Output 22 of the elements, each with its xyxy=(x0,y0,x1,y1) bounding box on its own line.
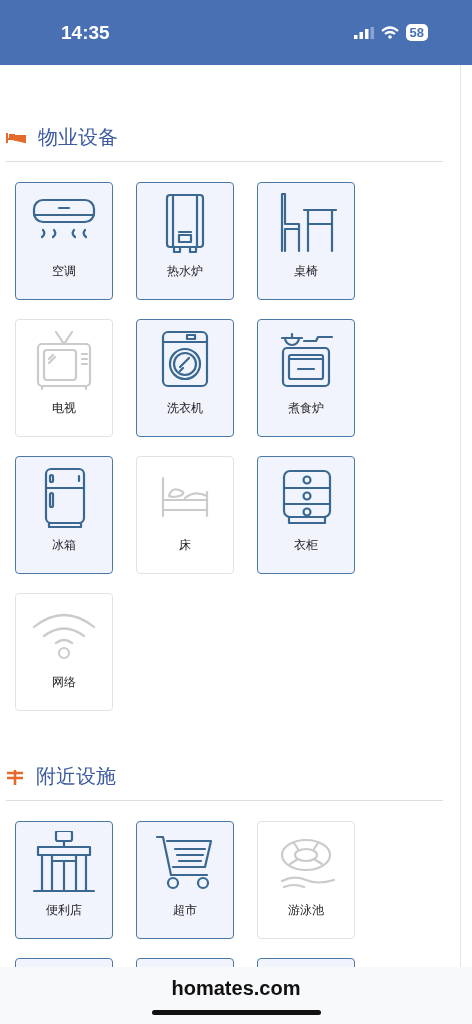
signpost-icon xyxy=(6,768,24,785)
battery-level: 58 xyxy=(405,24,428,41)
facility-label: 煮食炉 xyxy=(288,400,324,417)
status-time: 14:35 xyxy=(61,21,110,44)
facility-label: 冰箱 xyxy=(52,537,76,554)
facility-label: 超市 xyxy=(173,902,197,919)
facility-label: 热水炉 xyxy=(167,263,203,280)
section-title: 附近设施 xyxy=(36,763,116,790)
wifi-icon xyxy=(380,26,399,39)
facility-label: 床 xyxy=(179,537,191,554)
facility-label: 便利店 xyxy=(46,902,82,919)
facility-label: 游泳池 xyxy=(288,902,324,919)
section-title: 物业设备 xyxy=(38,124,118,151)
site-domain: homates.com xyxy=(171,977,301,1000)
facility-label: 洗衣机 xyxy=(167,400,203,417)
signal-icon xyxy=(353,26,374,39)
facility-label: 电视 xyxy=(52,400,76,417)
facility-label: 网络 xyxy=(52,674,76,691)
facility-label: 衣柜 xyxy=(294,537,318,554)
bed-icon xyxy=(6,131,26,144)
facility-label: 空调 xyxy=(52,263,76,280)
facility-label: 桌椅 xyxy=(294,263,318,280)
